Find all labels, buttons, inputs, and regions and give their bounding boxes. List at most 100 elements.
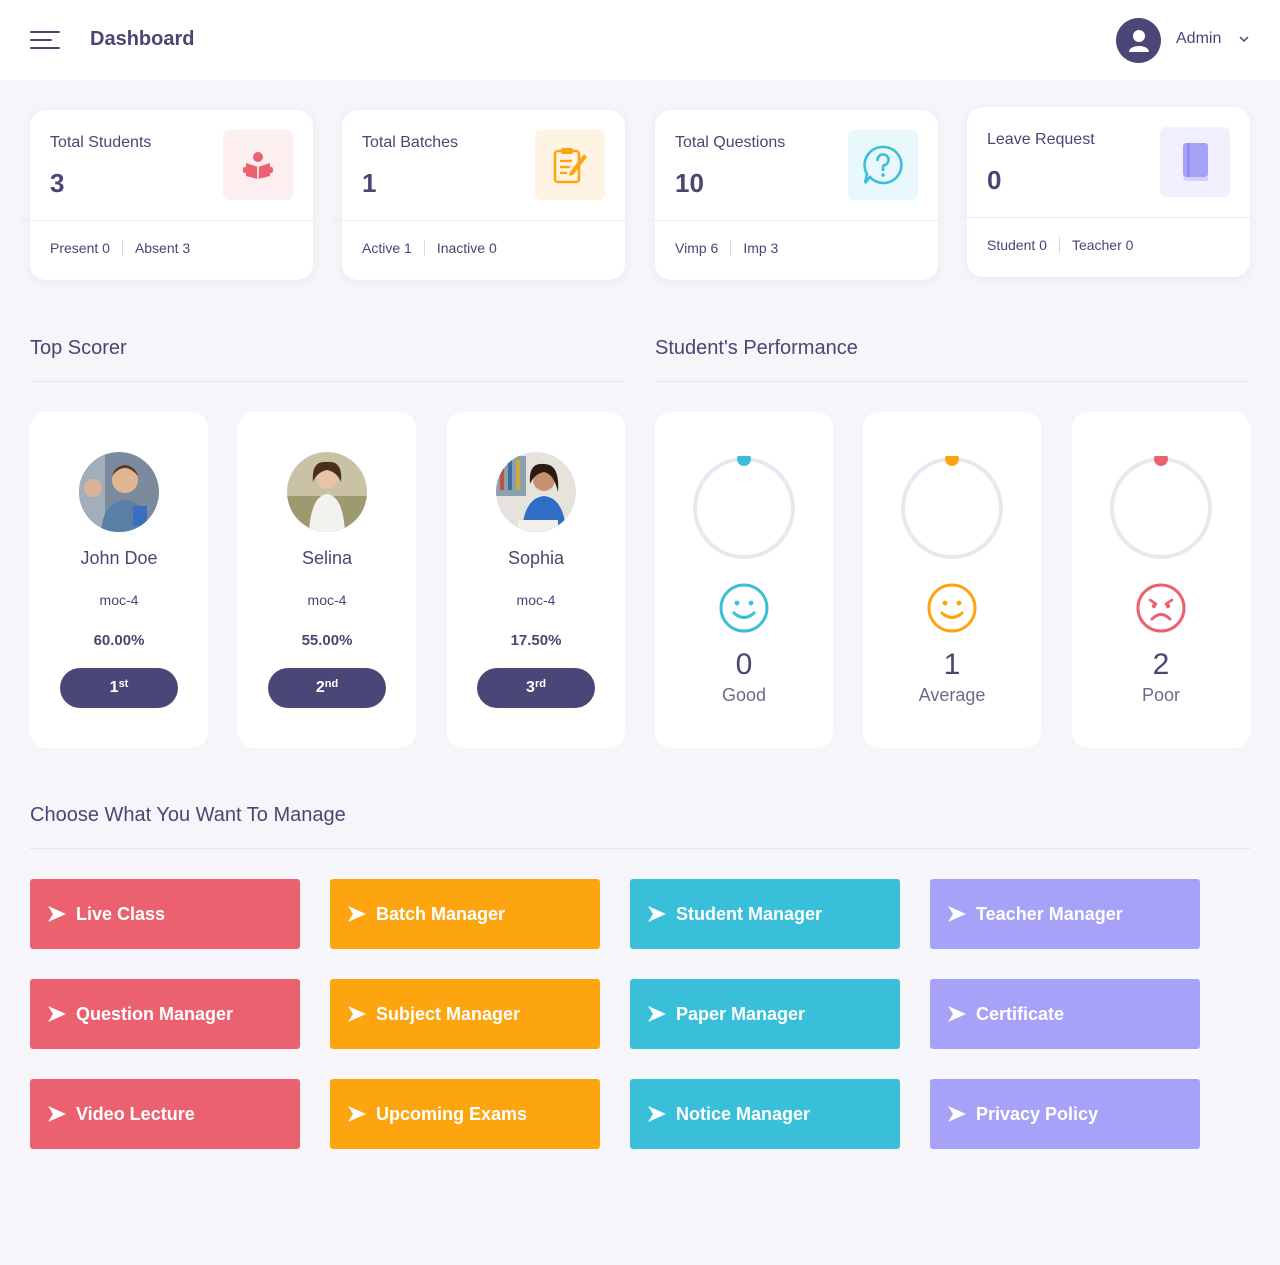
scorer-card: Sophia moc-4 17.50% 3rd xyxy=(447,412,625,748)
upcoming-exams-button[interactable]: Upcoming Exams xyxy=(330,1079,600,1149)
top-bar: Dashboard Admin xyxy=(0,0,1280,80)
rank-suffix: st xyxy=(118,678,129,690)
teacher-manager-button[interactable]: Teacher Manager xyxy=(930,879,1200,949)
privacy-policy-button[interactable]: Privacy Policy xyxy=(930,1079,1200,1149)
avatar xyxy=(287,452,367,532)
stat-foot-right: Imp 3 xyxy=(743,240,779,256)
scorer-card: Selina moc-4 55.00% 2nd xyxy=(238,412,416,748)
scorer-name: Selina xyxy=(301,548,353,568)
performance-count: 1 xyxy=(943,648,961,681)
stat-card-leave-request: Leave Request 0 Student 0 Teacher 0 xyxy=(957,107,1250,277)
rank-badge[interactable]: 1st xyxy=(60,668,178,708)
rank-number: 1 xyxy=(109,679,119,696)
stat-icon-box xyxy=(848,130,918,200)
stat-foot-left: Vimp 6 xyxy=(675,240,719,256)
paper-manager-button[interactable]: Paper Manager xyxy=(630,979,900,1049)
stat-value: 0 xyxy=(987,165,1002,195)
rank-suffix: rd xyxy=(534,678,546,690)
button-label: Upcoming Exams xyxy=(376,1103,528,1124)
smile-icon xyxy=(927,583,977,633)
chevron-down-icon[interactable] xyxy=(1238,33,1250,45)
avatar xyxy=(496,452,576,532)
book-icon xyxy=(1183,143,1208,181)
certificate-button[interactable]: Certificate xyxy=(930,979,1200,1049)
live-class-button[interactable]: Live Class xyxy=(30,879,300,949)
stat-label: Total Batches xyxy=(362,134,459,151)
arrow-right-icon xyxy=(48,1006,66,1022)
student-photo-icon xyxy=(79,452,159,532)
question-bubble-icon xyxy=(863,145,903,185)
top-scorer-title: Top Scorer xyxy=(30,337,127,359)
stat-card-questions: Total Questions 10 Vimp 6 Imp 3 xyxy=(645,110,938,280)
video-lecture-button[interactable]: Video Lecture xyxy=(30,1079,300,1149)
question-manager-button[interactable]: Question Manager xyxy=(30,979,300,1049)
performance-title: Student's Performance xyxy=(655,337,858,359)
notice-manager-button[interactable]: Notice Manager xyxy=(630,1079,900,1149)
performance-label: Good xyxy=(721,685,767,705)
scorer-card: John Doe moc-4 60.00% 1st xyxy=(30,412,208,748)
stat-foot-right: Absent 3 xyxy=(134,240,191,256)
divider xyxy=(957,217,1250,218)
button-label: Subject Manager xyxy=(376,1003,521,1024)
stat-label: Leave Request xyxy=(987,131,1095,148)
performance-label: Average xyxy=(918,685,986,705)
batch-manager-button[interactable]: Batch Manager xyxy=(330,879,600,949)
rank-number: 2 xyxy=(315,679,325,696)
stat-footer: Student 0 Teacher 0 xyxy=(987,237,1133,253)
stat-footer: Active 1 Inactive 0 xyxy=(362,240,497,256)
divider xyxy=(30,381,624,382)
stat-foot-right: Inactive 0 xyxy=(436,240,497,256)
arrow-right-icon xyxy=(948,906,966,922)
smile-icon xyxy=(719,583,769,633)
stat-label: Total Questions xyxy=(675,134,786,151)
performance-label: Poor xyxy=(1141,685,1181,705)
button-label: Live Class xyxy=(76,903,166,924)
button-label: Question Manager xyxy=(76,1003,234,1024)
student-photo-icon xyxy=(496,452,576,532)
scorer-percent: 60.00% xyxy=(93,632,145,649)
arrow-right-icon xyxy=(648,1006,666,1022)
stat-label: Total Students xyxy=(50,134,152,151)
progress-ring xyxy=(693,456,795,559)
stat-foot-left: Student 0 xyxy=(987,237,1047,253)
arrow-right-icon xyxy=(948,1106,966,1122)
stat-value: 3 xyxy=(50,168,65,198)
menu-icon[interactable] xyxy=(30,29,60,51)
divider xyxy=(30,848,1250,849)
button-label: Batch Manager xyxy=(376,903,506,924)
stat-foot-right: Teacher 0 xyxy=(1071,237,1134,253)
rank-badge[interactable]: 2nd xyxy=(268,668,386,708)
button-label: Video Lecture xyxy=(76,1103,195,1124)
subject-manager-button[interactable]: Subject Manager xyxy=(330,979,600,1049)
arrow-right-icon xyxy=(648,1106,666,1122)
scorer-name: Sophia xyxy=(507,548,565,568)
avatar xyxy=(79,452,159,532)
performance-card-good: 0 Good xyxy=(655,412,833,748)
button-label: Privacy Policy xyxy=(976,1103,1099,1124)
avatar[interactable] xyxy=(1116,18,1161,63)
student-manager-button[interactable]: Student Manager xyxy=(630,879,900,949)
sad-icon xyxy=(1136,583,1186,633)
performance-count: 0 xyxy=(735,648,753,681)
rank-number: 3 xyxy=(526,679,535,696)
rank-badge[interactable]: 3rd xyxy=(477,668,595,708)
stat-icon-box xyxy=(223,130,293,200)
arrow-right-icon xyxy=(948,1006,966,1022)
divider xyxy=(645,220,938,221)
arrow-right-icon xyxy=(348,1106,366,1122)
stat-footer: Vimp 6 Imp 3 xyxy=(675,240,778,256)
user-menu-label[interactable]: Admin xyxy=(1176,30,1221,48)
stat-foot-left: Active 1 xyxy=(362,240,412,256)
user-icon xyxy=(1128,29,1149,52)
divider xyxy=(20,220,313,221)
page-title: Dashboard xyxy=(90,28,195,50)
arrow-right-icon xyxy=(48,906,66,922)
rank-suffix: nd xyxy=(324,678,339,690)
progress-ring xyxy=(1110,456,1212,559)
scorer-name: John Doe xyxy=(80,548,158,568)
scorer-batch: moc-4 xyxy=(516,592,556,608)
stat-card-students: Total Students 3 Present 0 Absent 3 xyxy=(20,110,313,280)
stat-icon-box xyxy=(1160,127,1230,197)
button-label: Certificate xyxy=(976,1003,1065,1024)
arrow-right-icon xyxy=(48,1106,66,1122)
